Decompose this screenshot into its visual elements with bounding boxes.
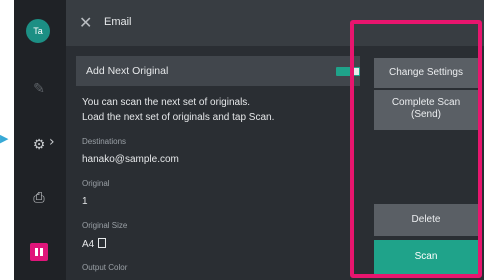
add-next-original-row[interactable]: Add Next Original <box>76 56 360 86</box>
settings-gear-icon[interactable]: ⚙ <box>28 135 50 155</box>
original-value: 1 <box>82 196 88 207</box>
destinations-label: Destinations <box>82 137 127 146</box>
add-next-original-toggle[interactable] <box>336 67 360 76</box>
original-size-value: A4 <box>82 239 95 250</box>
original-label: Original <box>82 179 110 188</box>
printer-job-icon[interactable]: ⎙ <box>28 188 50 208</box>
scan-button[interactable]: Scan <box>374 240 478 274</box>
complete-scan-sublabel: (Send) <box>410 109 441 120</box>
change-settings-button[interactable]: Change Settings <box>374 58 478 88</box>
left-rail: Ta ✎ ⚙ › ⎙ <box>14 0 66 280</box>
pencil-off-icon: ✎ <box>33 81 45 97</box>
action-panel: Change Settings Complete Scan (Send) Del… <box>362 46 484 280</box>
message-line-1: You can scan the next set of originals. <box>82 97 251 108</box>
message-line-2: Load the next set of originals and tap S… <box>82 112 275 123</box>
callout-arrow-icon: ▶ <box>0 132 9 145</box>
complete-scan-button[interactable]: Complete Scan (Send) <box>374 90 478 130</box>
header-bar: ✕ Email <box>66 0 484 46</box>
destinations-value[interactable]: hanako@sample.com <box>82 154 179 165</box>
paper-portrait-icon <box>98 238 107 248</box>
complete-scan-label: Complete Scan <box>391 97 461 108</box>
original-size-row: A4 <box>82 238 107 250</box>
user-avatar[interactable]: Ta <box>26 19 50 43</box>
pause-icon[interactable] <box>30 243 48 261</box>
add-next-original-label: Add Next Original <box>86 65 169 77</box>
original-size-label: Original Size <box>82 221 128 230</box>
main-panel: Add Next Original You can scan the next … <box>66 46 362 280</box>
delete-button[interactable]: Delete <box>374 204 478 236</box>
chevron-right-icon: › <box>49 134 55 150</box>
device-screen: Ta ✎ ⚙ › ⎙ ✕ Email Add Next Original You… <box>14 0 484 280</box>
output-color-label: Output Color <box>82 263 128 272</box>
close-icon[interactable]: ✕ <box>79 13 92 32</box>
page-title: Email <box>104 16 132 28</box>
